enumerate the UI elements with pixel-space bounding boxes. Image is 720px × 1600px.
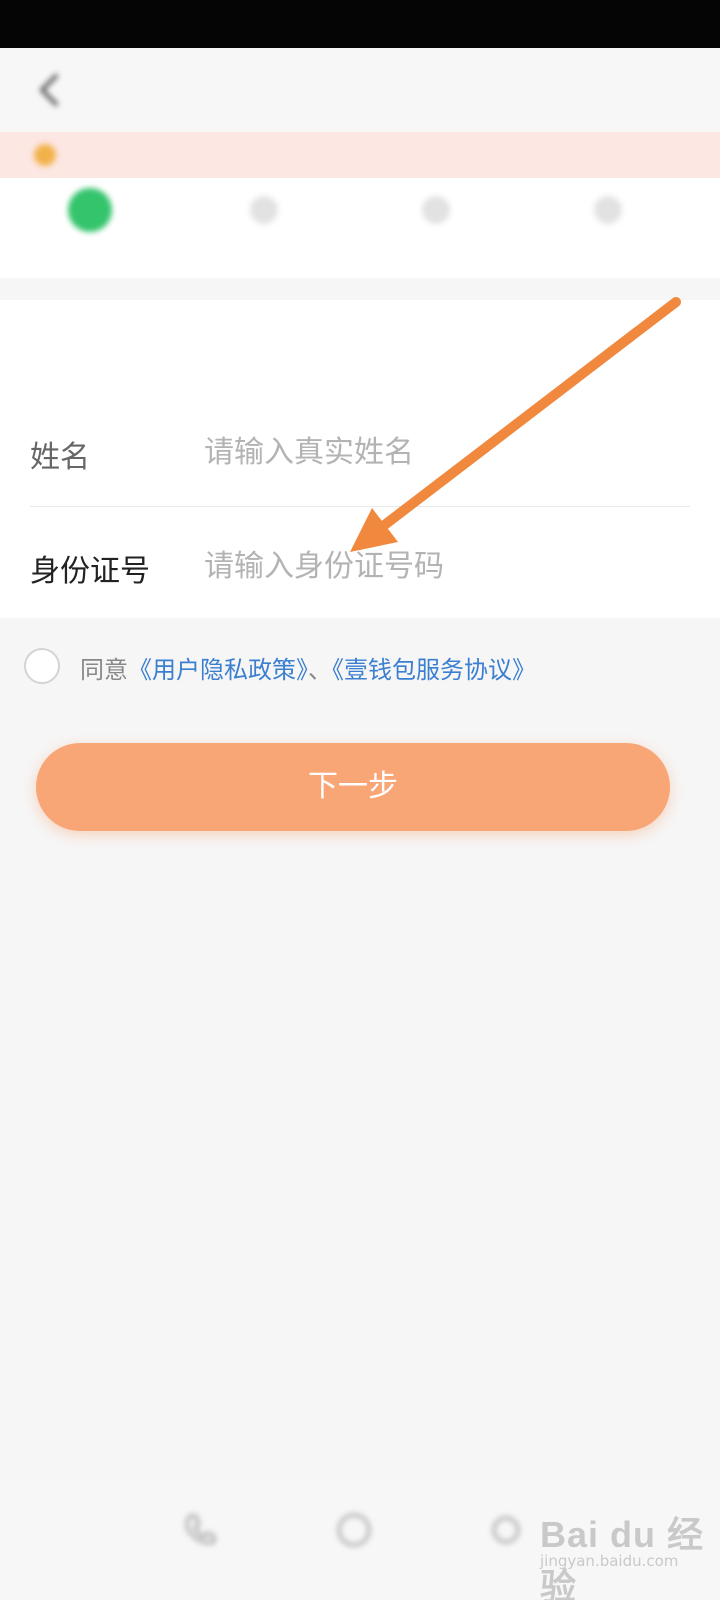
bell-icon (34, 144, 56, 166)
chat-icon[interactable] (334, 1510, 374, 1550)
step-4 (518, 178, 698, 278)
progress-steps (0, 178, 720, 278)
step-2 (174, 178, 354, 278)
agreement-prefix: 同意 (80, 656, 128, 684)
identity-form: 姓名 身份证号 (0, 300, 720, 618)
id-number-input[interactable] (204, 542, 534, 590)
privacy-policy-link[interactable]: 《用户隐私政策》 (128, 656, 308, 684)
step-3 (346, 178, 526, 278)
agreement-checkbox[interactable] (24, 648, 60, 684)
status-bar (0, 0, 720, 48)
step-active-icon (68, 188, 112, 232)
chevron-left-icon[interactable] (34, 70, 64, 110)
divider (30, 506, 690, 507)
notice-bar (0, 132, 720, 178)
name-label: 姓名 (30, 440, 90, 475)
step-inactive-icon (594, 196, 622, 224)
settings-icon[interactable] (486, 1510, 526, 1550)
step-inactive-icon (422, 196, 450, 224)
step-inactive-icon (250, 196, 278, 224)
watermark: Bai du 经验 jingyan.baidu.com (540, 1488, 710, 1600)
agreement-text: 同意《用户隐私政策》、《壹钱包服务协议》 (80, 650, 536, 685)
phone-icon[interactable] (180, 1510, 220, 1550)
id-number-label: 身份证号 (30, 554, 150, 589)
next-step-button[interactable]: 下一步 (36, 743, 670, 831)
name-input[interactable] (204, 428, 534, 476)
agreement-separator: 、 (308, 656, 332, 684)
step-1 (0, 178, 180, 278)
service-agreement-link[interactable]: 《壹钱包服务协议》 (332, 656, 536, 684)
nav-bar (0, 48, 720, 132)
watermark-url: jingyan.baidu.com (540, 1552, 679, 1570)
